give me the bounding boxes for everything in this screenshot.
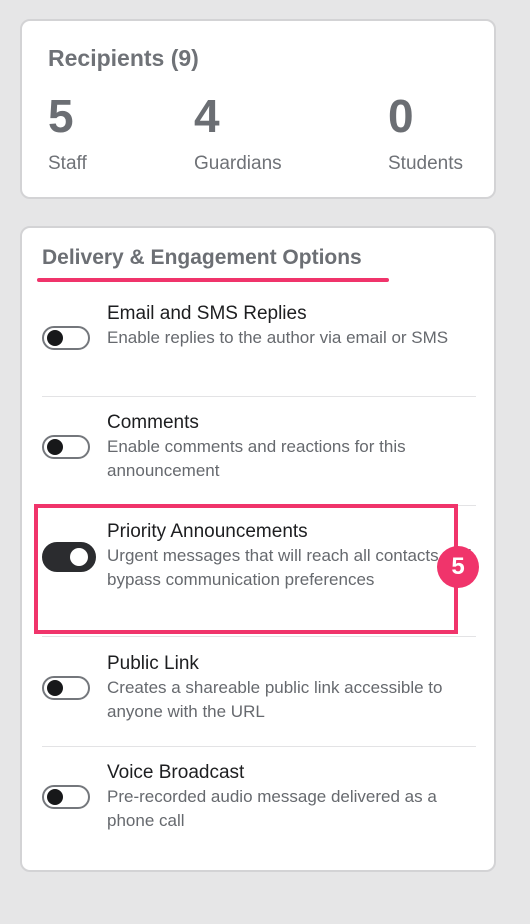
stat-staff-label: Staff — [48, 153, 87, 174]
stat-students-count: 0 — [388, 90, 414, 142]
toggle-knob — [47, 330, 63, 346]
email-sms-replies-toggle[interactable] — [42, 326, 90, 350]
option-description: Creates a shareable public link accessib… — [107, 678, 443, 721]
stat-staff: 5 Staff — [48, 93, 87, 175]
voice-broadcast-toggle[interactable] — [42, 785, 90, 809]
toggle-knob — [47, 680, 63, 696]
option-description: Pre-recorded audio message delivered as … — [107, 787, 437, 830]
option-name: Comments — [107, 412, 199, 433]
stat-students: 0 Students — [388, 93, 463, 175]
toggle-knob — [47, 789, 63, 805]
options-title: Delivery & Engagement Options — [42, 246, 362, 269]
option-name: Public Link — [107, 653, 199, 674]
stat-guardians-label: Guardians — [194, 153, 282, 174]
option-name: Voice Broadcast — [107, 762, 245, 783]
option-description: Enable replies to the author via email o… — [107, 328, 449, 347]
title-highlight-underline — [37, 278, 389, 282]
stat-staff-count: 5 — [48, 90, 74, 142]
divider — [42, 396, 476, 397]
toggle-knob — [47, 439, 63, 455]
option-description: Enable comments and reactions for this a… — [107, 437, 406, 480]
option-name: Email and SMS Replies — [107, 303, 307, 324]
divider — [42, 636, 476, 637]
stat-students-label: Students — [388, 153, 463, 174]
annotation-step-badge: 5 — [437, 546, 479, 588]
recipients-title: Recipients (9) — [48, 45, 199, 71]
stat-guardians-count: 4 — [194, 90, 220, 142]
comments-toggle[interactable] — [42, 435, 90, 459]
recipients-card: Recipients (9) 5 Staff 4 Guardians 0 Stu… — [20, 19, 496, 199]
public-link-toggle[interactable] — [42, 676, 90, 700]
annotation-highlight-box — [34, 504, 458, 634]
divider — [42, 746, 476, 747]
stat-guardians: 4 Guardians — [194, 93, 282, 175]
